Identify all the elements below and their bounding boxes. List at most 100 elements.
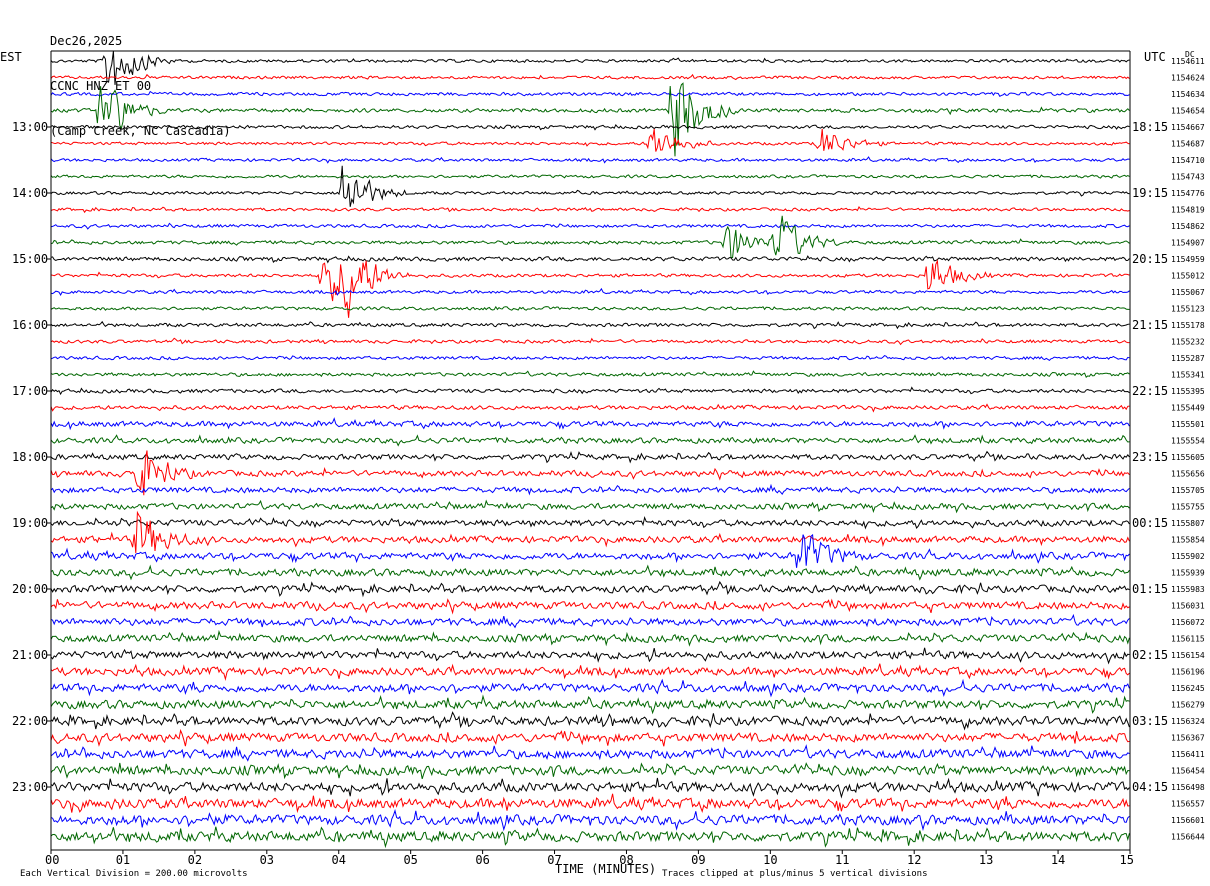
seismic-trace-33 [50,598,1130,615]
left-hour-label: 20:00 [12,582,48,596]
left-hour-label: 21:00 [12,648,48,662]
seismic-trace-6 [50,156,1130,164]
trace-count-label: 1155067 [1171,288,1205,297]
trace-count-label: 1154743 [1171,173,1205,182]
trace-count-label: 1154959 [1171,255,1205,264]
x-axis-title: TIME (MINUTES) [555,862,656,876]
right-hour-label: 23:15 [1132,450,1168,464]
right-timezone-label: UTC [1144,50,1166,64]
seismic-trace-11 [50,215,1130,259]
x-tick-label: 05 [403,853,417,867]
right-hour-label: 00:15 [1132,516,1168,530]
x-tick-label: 15 [1120,853,1134,867]
trace-count-label: 1155449 [1171,404,1205,413]
seismic-trace-10 [50,222,1130,230]
seismic-trace-20 [50,386,1130,396]
seismic-trace-1 [50,73,1130,81]
right-hour-label: 19:15 [1132,186,1168,200]
trace-count-label: 1156031 [1171,602,1205,611]
left-hour-label: 22:00 [12,714,48,728]
right-hour-label: 18:15 [1132,120,1168,134]
seismic-trace-46 [50,808,1130,832]
seismic-trace-24 [50,450,1130,464]
seismic-trace-7 [50,174,1130,179]
trace-count-label: 1155501 [1171,420,1205,429]
trace-count-label: 1156454 [1171,767,1205,776]
seismic-trace-8 [50,165,1130,207]
x-tick-label: 12 [907,853,921,867]
trace-count-label: 1155287 [1171,354,1205,363]
trace-count-label: 1155755 [1171,503,1205,512]
right-time-labels: 18:15 19:15 20:15 21:15 22:15 23:15 00:15 01:15… [1132,120,1168,794]
left-hour-label: 23:00 [12,780,48,794]
seismic-trace-5 [50,128,1130,152]
seismic-trace-27 [50,499,1130,514]
right-corner-label: DC [1185,50,1195,59]
left-timezone-label: EST [0,50,22,64]
trace-count-label: 1155554 [1171,437,1205,446]
trace-count-label: 1154634 [1171,90,1205,99]
seismic-trace-29 [50,510,1130,554]
right-hour-label: 01:15 [1132,582,1168,596]
trace-count-label: 1156154 [1171,651,1205,660]
trace-group [50,50,1130,849]
trace-count-label: 1155854 [1171,536,1205,545]
trace-count-label: 1154862 [1171,222,1205,231]
seismic-trace-19 [50,370,1130,379]
left-hour-label: 14:00 [12,186,48,200]
seismic-trace-23 [50,434,1130,447]
trace-count-label: 1154624 [1171,74,1205,83]
seismic-trace-31 [50,564,1130,581]
trace-count-label: 1155341 [1171,371,1205,380]
trace-count-label: 1155605 [1171,453,1205,462]
seismic-trace-17 [50,337,1130,346]
trace-count-label: 1156644 [1171,833,1205,842]
seismic-trace-40 [50,711,1130,731]
seismic-trace-12 [50,255,1130,264]
seismic-trace-39 [50,694,1130,715]
trace-count-label: 1156557 [1171,800,1205,809]
trace-count-label: 1156072 [1171,618,1205,627]
trace-count-label: 1156411 [1171,750,1205,759]
seismic-trace-44 [50,777,1130,799]
trace-count-labels: 1154611115462411546341154654115466711546… [1171,57,1205,842]
x-tick-label: 10 [763,853,777,867]
x-tick-label: 01 [116,853,130,867]
right-hour-label: 21:15 [1132,318,1168,332]
plot-frame [50,50,1131,851]
trace-count-label: 1155902 [1171,552,1205,561]
left-time-labels: 13:00 14:00 15:00 16:00 17:00 18:00 19:00 20:00… [12,120,51,794]
trace-count-label: 1154907 [1171,239,1205,248]
seismic-trace-38 [50,678,1130,698]
x-tick-label: 11 [835,853,849,867]
trace-count-label: 1155232 [1171,338,1205,347]
left-hour-label: 15:00 [12,252,48,266]
trace-count-label: 1155012 [1171,272,1205,281]
seismic-trace-26 [50,483,1130,496]
seismic-trace-42 [50,744,1130,762]
left-hour-label: 17:00 [12,384,48,398]
seismic-trace-34 [50,613,1130,629]
right-hour-label: 03:15 [1132,714,1168,728]
left-hour-label: 18:00 [12,450,48,464]
x-tick-label: 14 [1051,853,1065,867]
x-tick-label: 09 [691,853,705,867]
trace-count-label: 1154654 [1171,107,1205,116]
seismic-trace-21 [50,403,1130,413]
seismic-trace-37 [50,663,1130,681]
trace-count-label: 1156498 [1171,783,1205,792]
trace-count-label: 1155178 [1171,321,1205,330]
helicorder-plot: 13:00 14:00 15:00 16:00 17:00 18:00 19:00 20:00… [0,50,1205,879]
trace-count-label: 1156115 [1171,635,1205,644]
trace-count-label: 1156245 [1171,684,1205,693]
trace-count-label: 1155983 [1171,585,1205,594]
trace-count-label: 1155395 [1171,387,1205,396]
trace-count-label: 1154687 [1171,140,1205,149]
seismic-trace-18 [50,355,1130,362]
left-hour-label: 19:00 [12,516,48,530]
trace-count-label: 1154667 [1171,123,1205,132]
trace-count-label: 1156367 [1171,734,1205,743]
trace-count-label: 1155807 [1171,519,1205,528]
trace-count-label: 1155705 [1171,486,1205,495]
seismic-trace-9 [50,206,1130,214]
